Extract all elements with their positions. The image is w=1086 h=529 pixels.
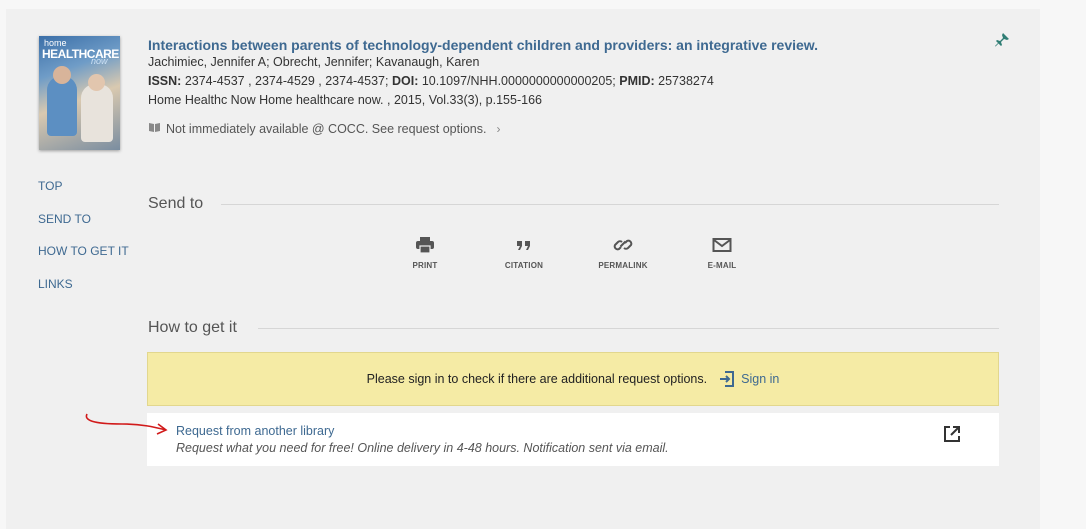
link-icon xyxy=(613,239,633,251)
nav-how-to-get-it[interactable]: HOW TO GET IT xyxy=(38,244,129,277)
permalink-button[interactable]: PERMALINK xyxy=(583,236,663,270)
how-to-get-heading: How to get it xyxy=(148,319,237,336)
pin-icon[interactable] xyxy=(994,32,1010,53)
request-from-another-library-link[interactable]: Request from another library xyxy=(176,424,334,438)
nav-send-to[interactable]: SEND TO xyxy=(38,212,129,245)
print-icon xyxy=(416,237,434,254)
quote-icon xyxy=(517,241,530,250)
request-option: Request from another library Request wha… xyxy=(147,413,999,466)
print-button[interactable]: PRINT xyxy=(385,236,465,270)
pmid-value: 25738274 xyxy=(658,74,714,88)
record-title-link[interactable]: Interactions between parents of technolo… xyxy=(148,37,818,53)
availability-text: Not immediately available @ COCC. See re… xyxy=(166,122,487,136)
send-to-divider xyxy=(221,204,999,205)
cover-figure xyxy=(81,84,113,142)
send-to-heading: Send to xyxy=(148,195,204,212)
record-identifiers: ISSN: 2374-4537 , 2374-4529 , 2374-4537;… xyxy=(148,74,714,88)
signin-button[interactable]: Sign in xyxy=(719,370,779,388)
email-label: E-MAIL xyxy=(707,261,737,270)
signin-banner: Please sign in to check if there are add… xyxy=(147,352,999,406)
citation-button[interactable]: CITATION xyxy=(484,236,564,270)
nav-top[interactable]: TOP xyxy=(38,179,129,212)
chevron-right-icon: › xyxy=(496,122,501,136)
book-cover-thumbnail[interactable]: home HEALTHCARE now xyxy=(39,36,120,150)
signin-message: Please sign in to check if there are add… xyxy=(366,372,708,386)
permalink-label: PERMALINK xyxy=(598,261,648,270)
doi-label: DOI: xyxy=(391,74,419,88)
issn-value: 2374-4537 , 2374-4529 , 2374-4537; xyxy=(184,74,389,88)
signin-label: Sign in xyxy=(741,372,780,386)
request-description: Request what you need for free! Online d… xyxy=(176,441,669,455)
record-authors: Jachimiec, Jennifer A; Obrecht, Jennifer… xyxy=(148,55,480,69)
nav-links[interactable]: LINKS xyxy=(38,277,129,310)
availability-status[interactable]: Not immediately available @ COCC. See re… xyxy=(148,122,500,136)
doi-value: 10.1097/NHH.0000000000000205; xyxy=(421,74,616,88)
signin-icon xyxy=(720,371,735,387)
annotation-arrow xyxy=(82,410,172,445)
pmid-label: PMID: xyxy=(619,74,655,88)
issn-label: ISSN: xyxy=(148,74,182,88)
print-label: PRINT xyxy=(412,261,438,270)
external-link-icon[interactable] xyxy=(943,425,961,448)
citation-label: CITATION xyxy=(504,261,544,270)
cover-logo-text: now xyxy=(91,56,108,66)
top-strip xyxy=(0,0,1086,9)
book-icon xyxy=(148,122,161,136)
cover-figure xyxy=(53,66,71,84)
email-button[interactable]: E-MAIL xyxy=(682,236,762,270)
cover-figure xyxy=(47,76,77,136)
right-margin xyxy=(1040,9,1086,529)
how-to-get-divider xyxy=(258,328,999,329)
mail-icon xyxy=(712,238,732,252)
record-source: Home Healthc Now Home healthcare now. , … xyxy=(148,93,542,107)
cover-figure xyxy=(88,74,105,91)
section-nav: TOP SEND TO HOW TO GET IT LINKS xyxy=(38,179,129,309)
